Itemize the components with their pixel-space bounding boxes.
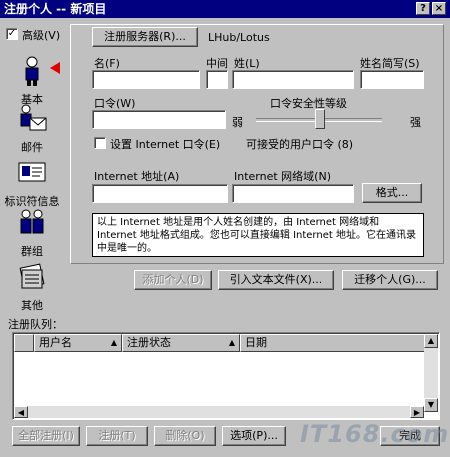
last-name-label: 姓(L) [234,57,260,70]
queue-label: 注册队列： [8,318,63,331]
selected-arrow-icon [50,62,60,74]
column-status[interactable]: 注册状态 ▲ [122,334,240,352]
password-input[interactable] [92,110,226,129]
mail-icon [20,104,47,131]
strong-label: 强 [410,116,421,129]
close-button[interactable]: × [432,2,446,15]
sidebar-item-other[interactable]: 其他 [4,262,60,313]
set-internet-password-checkbox[interactable] [94,137,106,149]
sidebar-item-mail[interactable]: 邮件 [4,104,60,155]
scroll-up-button[interactable]: ▲ [424,334,438,348]
column-date[interactable]: 日期 [240,334,426,352]
id-card-icon [18,162,46,182]
scroll-right-button[interactable]: ▶ [410,406,424,418]
internet-address-input[interactable] [92,184,228,203]
sidebar-item-groups[interactable]: 群组 [4,208,60,259]
add-person-button[interactable]: 添加个人(D) [134,270,212,290]
window-title: 注册个人 -- 新项目 [4,2,107,16]
sidebar-item-label: 标识符信息 [4,195,60,208]
short-name-input[interactable] [360,70,424,89]
first-name-input[interactable] [92,70,200,89]
advanced-checkbox[interactable]: ✓ [6,28,18,40]
accepted-password-label: 可接受的用户口令 (8) [246,138,354,151]
options-button[interactable]: 选项(P)... [222,426,286,446]
horizontal-scrollbar-track[interactable] [28,406,410,418]
middle-input[interactable] [206,70,228,89]
column-select[interactable] [14,334,34,352]
internet-domain-input[interactable] [232,184,354,203]
first-name-label: 名(F) [94,57,120,70]
sidebar-item-id-info[interactable]: 标识符信息 [4,158,60,209]
register-server-button[interactable]: 注册服务器(R)... [92,27,198,47]
register-server-value: LHub/Lotus [208,31,270,44]
delete-button[interactable]: 删除(O) [154,426,216,446]
short-name-label: 姓名简写(S) [360,57,420,70]
strength-label: 口令安全性等级 [270,97,347,110]
internet-domain-label: Internet 网络域(N) [234,170,331,183]
scrollbar-track[interactable] [424,348,438,398]
register-button[interactable]: 注册(T) [86,426,148,446]
scroll-left-button[interactable]: ◀ [14,406,28,418]
sidebar-item-label: 其他 [21,299,43,312]
middle-label: 中间 [206,57,228,70]
format-button[interactable]: 格式... [362,183,422,203]
info-text: 以上 Internet 地址是用个人姓名创建的，由 Internet 网络域和 … [92,213,424,257]
sort-up-icon: ▲ [228,338,235,347]
group-icon [20,209,44,234]
scroll-down-button[interactable]: ▼ [424,398,438,412]
sidebar-item-label: 群组 [21,245,43,258]
register-all-button[interactable]: 全部注册(I) [12,426,80,446]
sort-up-icon: ▲ [110,338,117,347]
strength-slider-thumb[interactable] [315,109,325,129]
last-name-input[interactable] [232,70,354,89]
internet-address-label: Internet 地址(A) [94,170,180,183]
import-text-button[interactable]: 引入文本文件(X)... [218,270,334,290]
set-internet-password-label: 设置 Internet 口令(E) [110,138,221,151]
advanced-label: 高级(V) [22,29,61,42]
migrate-people-button[interactable]: 迁移个人(G)... [342,270,438,290]
column-username[interactable]: 用户名 ▲ [34,334,122,352]
files-icon [19,263,45,289]
title-bar: 注册个人 -- 新项目 ? × [0,0,450,18]
help-button[interactable]: ? [416,2,430,15]
person-icon [25,56,39,86]
watermark: IT168.com [300,420,450,448]
password-label: 口令(W) [94,97,136,110]
weak-label: 弱 [232,116,243,129]
sidebar-item-label: 邮件 [21,141,43,154]
